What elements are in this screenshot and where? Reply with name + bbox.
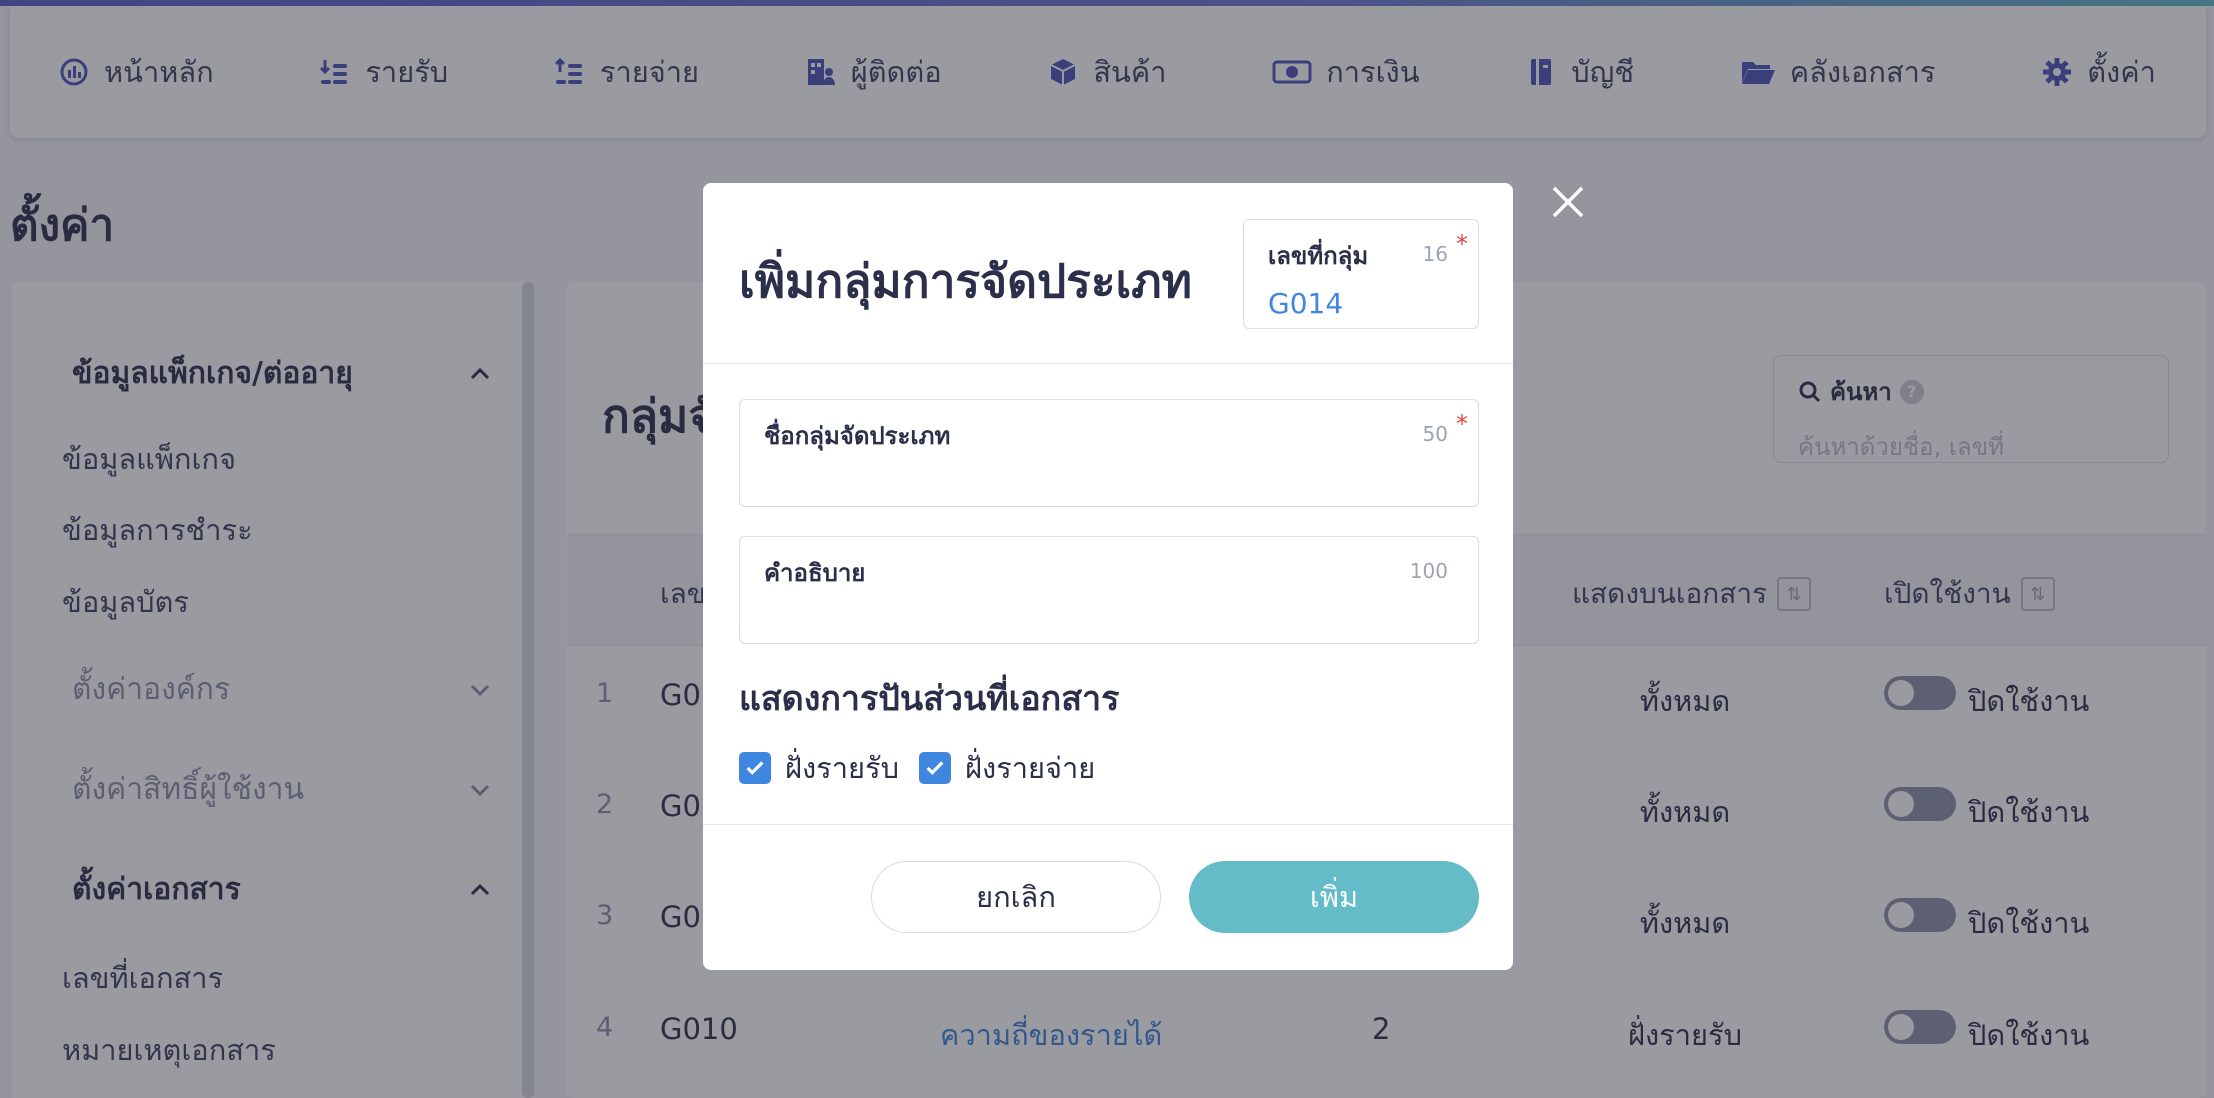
group-number-value: G014 xyxy=(1268,287,1344,320)
divider xyxy=(703,363,1513,364)
divider xyxy=(703,824,1513,825)
close-icon[interactable] xyxy=(1550,184,1586,220)
description-field[interactable]: คำอธิบาย 100 xyxy=(739,536,1479,644)
checkbox-label: ฝั่งรายจ่าย xyxy=(965,751,1096,785)
allocation-options: ฝั่งรายรับ ฝั่งรายจ่าย xyxy=(739,745,1099,791)
required-mark: * xyxy=(1456,410,1468,438)
char-limit: 16 xyxy=(1422,242,1448,266)
checkbox-income-side[interactable]: ฝั่งรายรับ xyxy=(739,745,899,791)
group-name-field[interactable]: ชื่อกลุ่มจัดประเภท 50 * xyxy=(739,399,1479,507)
char-limit: 50 xyxy=(1422,422,1448,446)
modal-title: เพิ่มกลุ่มการจัดประเภท xyxy=(739,254,1192,308)
checkbox-checked-icon[interactable] xyxy=(919,752,951,784)
checkbox-label: ฝั่งรายรับ xyxy=(785,751,899,785)
group-number-field[interactable]: เลขที่กลุ่ม 16 * G014 xyxy=(1243,219,1479,329)
add-group-modal: เพิ่มกลุ่มการจัดประเภท เลขที่กลุ่ม 16 * … xyxy=(703,183,1513,970)
allocation-section-title: แสดงการปันส่วนที่เอกสาร xyxy=(739,679,1120,719)
cancel-button[interactable]: ยกเลิก xyxy=(871,861,1161,933)
required-mark: * xyxy=(1456,230,1468,258)
add-button[interactable]: เพิ่ม xyxy=(1189,861,1479,933)
group-name-label: ชื่อกลุ่มจัดประเภท xyxy=(764,422,951,450)
checkbox-checked-icon[interactable] xyxy=(739,752,771,784)
description-label: คำอธิบาย xyxy=(764,559,866,587)
checkbox-expense-side[interactable]: ฝั่งรายจ่าย xyxy=(919,745,1095,791)
char-limit: 100 xyxy=(1409,559,1448,583)
